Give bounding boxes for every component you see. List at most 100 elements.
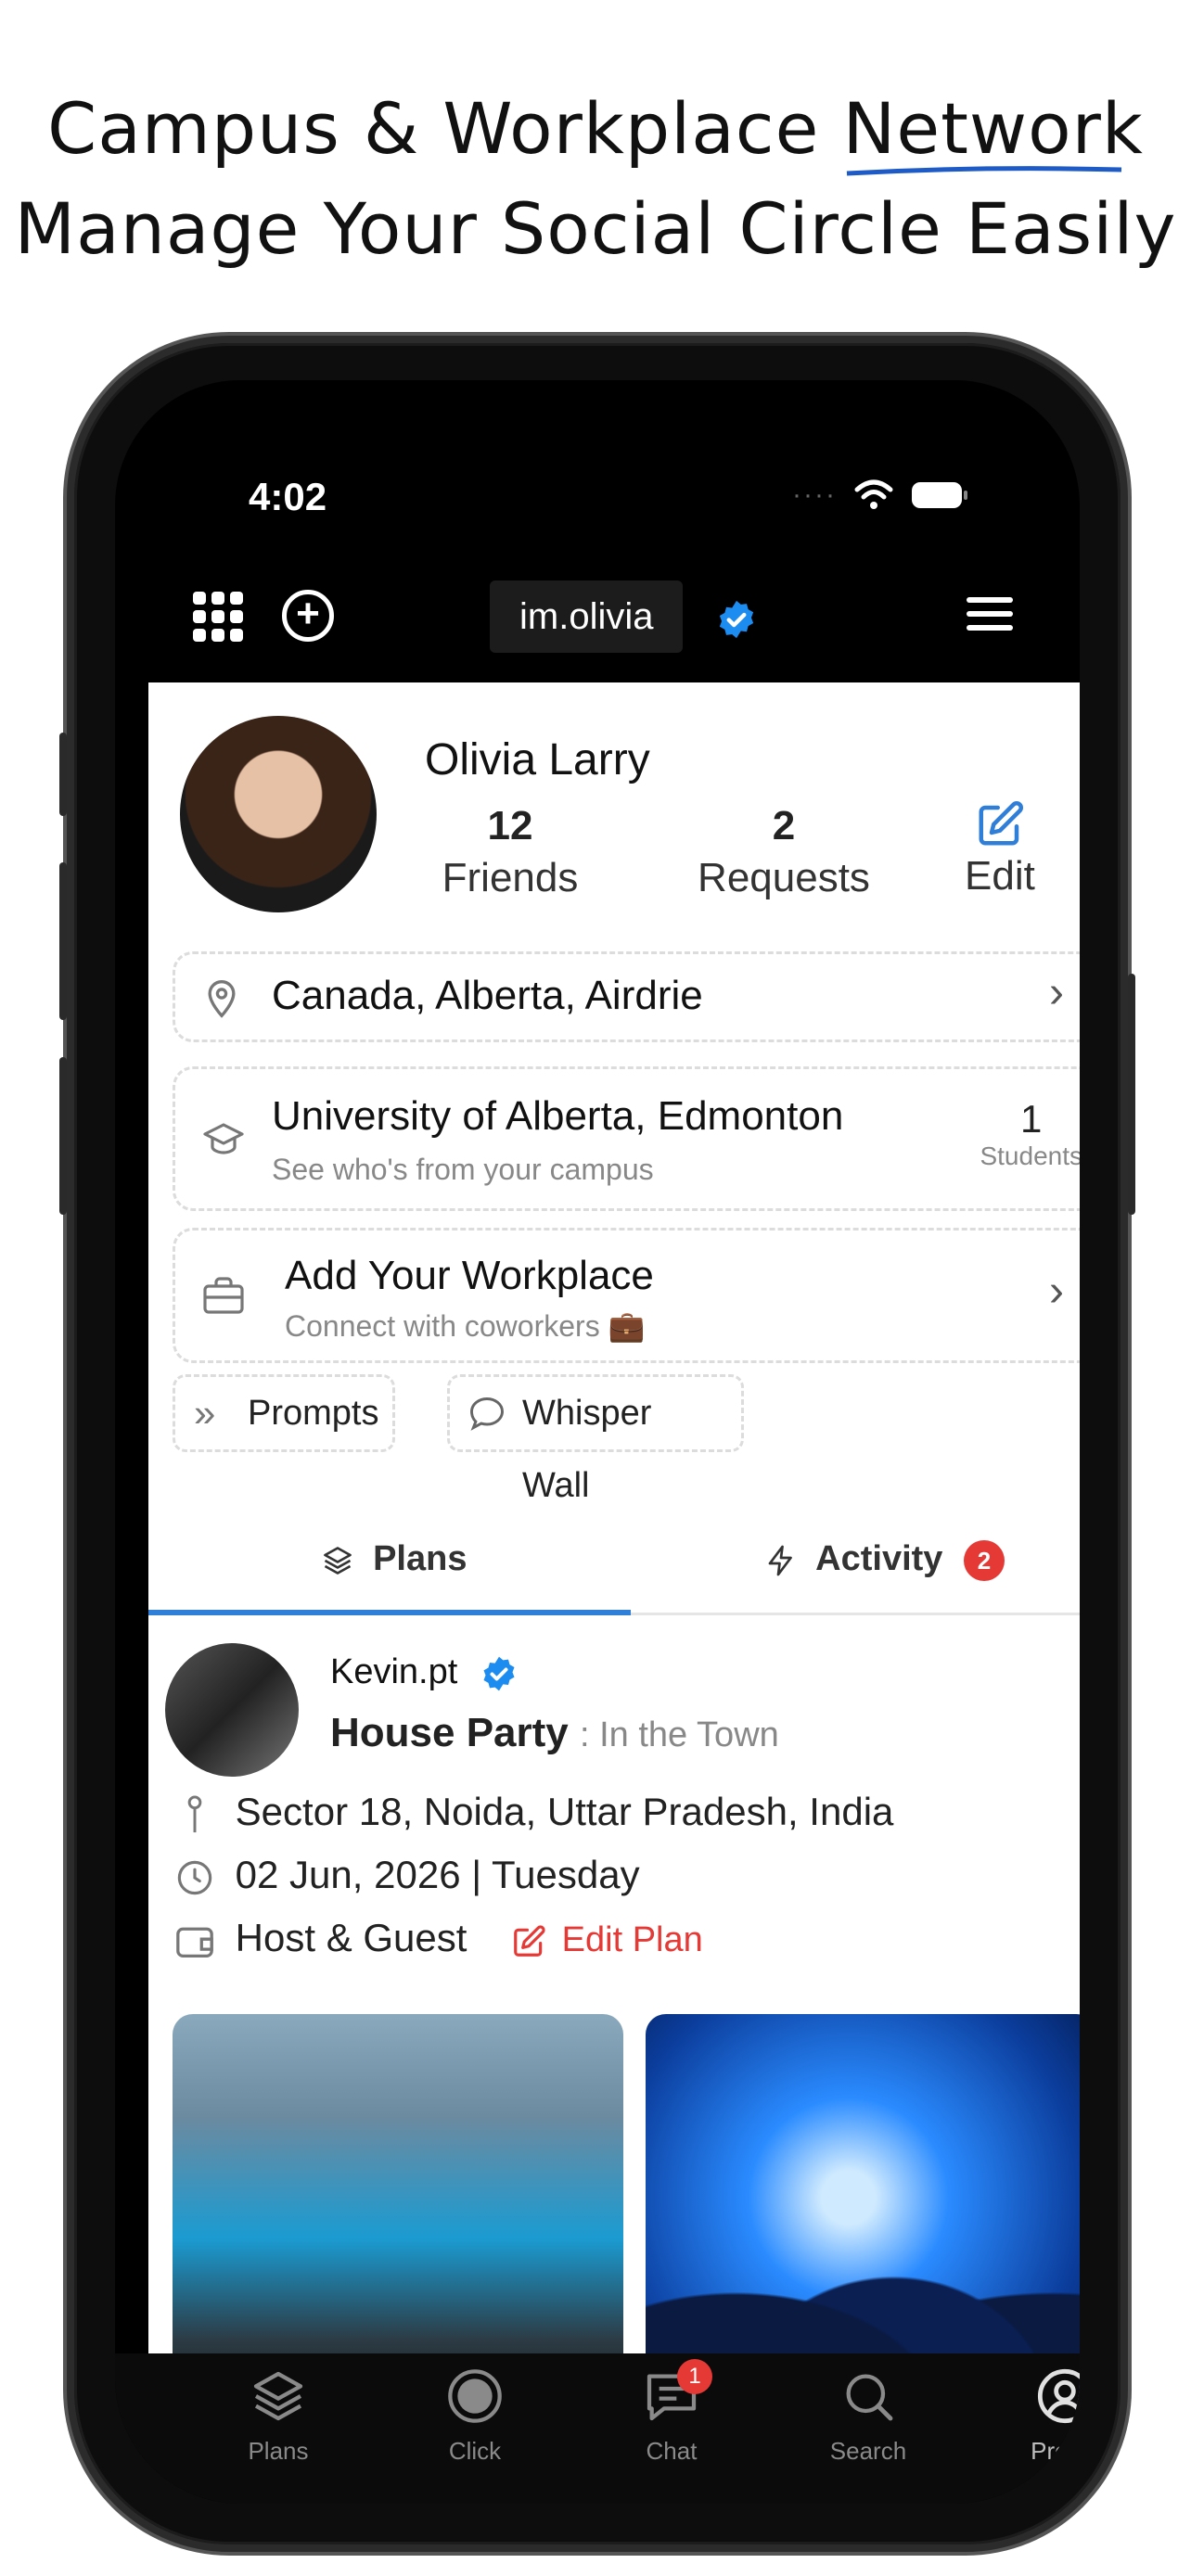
- chevron-right-icon: ›: [1049, 1267, 1064, 1316]
- underline-stroke: [846, 166, 1121, 176]
- post-photo-1[interactable]: [173, 2014, 623, 2407]
- workplace-subtitle: Connect with coworkers 💼: [285, 1309, 646, 1343]
- volume-down-button: [59, 1057, 67, 1215]
- nav-plans[interactable]: Plans: [213, 2366, 343, 2466]
- nav-profile-label: Profile: [1031, 2437, 1080, 2465]
- chat-bubble-icon: [470, 1397, 504, 1431]
- verified-badge-icon: [483, 1656, 515, 1691]
- edit-icon: [514, 1925, 545, 1957]
- nav-search[interactable]: Search: [803, 2366, 933, 2466]
- layers-icon: [323, 1547, 352, 1575]
- tab-activity-label: Activity: [815, 1539, 943, 1578]
- lightning-icon: [768, 1545, 792, 1576]
- active-tab-indicator: [148, 1610, 631, 1615]
- verified-badge-icon: [719, 600, 754, 639]
- post-author-avatar[interactable]: [165, 1643, 299, 1777]
- edit-profile-button[interactable]: Edit: [965, 799, 1035, 899]
- search-icon: [846, 2374, 893, 2421]
- tab-plans[interactable]: Plans: [148, 1508, 639, 1613]
- requests-stat[interactable]: 2 Requests: [668, 801, 900, 905]
- nav-chat-label: Chat: [646, 2437, 698, 2465]
- wallet-icon: [176, 1927, 213, 1958]
- nav-profile[interactable]: Profile: [1000, 2366, 1080, 2466]
- campus-subtitle: See who's from your campus: [272, 1153, 654, 1186]
- mute-switch: [59, 733, 67, 816]
- friends-stat[interactable]: 12 Friends: [427, 801, 594, 905]
- marketing-headline: Campus & Workplace Network Manage Your S…: [0, 79, 1191, 279]
- pin-icon: [187, 1795, 202, 1832]
- post-date-row: 02 Jun, 2026 | Tuesday: [174, 1853, 640, 1897]
- nav-click[interactable]: Click: [410, 2366, 540, 2466]
- nav-click-label: Click: [448, 2437, 502, 2465]
- chat-badge: 1: [677, 2359, 712, 2394]
- headline-highlight-word: Network: [843, 79, 1144, 179]
- profile-content: Olivia Larry 12 Friends 2 Requests Edit: [148, 682, 1080, 2407]
- nav-search-label: Search: [829, 2437, 907, 2465]
- students-stat[interactable]: 1 Students: [980, 1097, 1080, 1171]
- username-label[interactable]: im.olivia: [490, 580, 684, 653]
- headline-line-2: Manage Your Social Circle Easily: [14, 187, 1177, 270]
- tab-activity[interactable]: Activity 2: [639, 1508, 1080, 1613]
- post-title: House Party : In the Town: [330, 1710, 779, 1756]
- location-card[interactable]: Canada, Alberta, Airdrie ›: [173, 951, 1080, 1042]
- whisper-wall-label: Whisper Wall: [522, 1394, 652, 1505]
- post-photo-2[interactable]: [646, 2014, 1080, 2407]
- wifi-icon: [854, 479, 893, 509]
- layers-icon: [253, 2371, 303, 2421]
- status-time: 4:02: [249, 475, 327, 518]
- clock-icon: [177, 1860, 212, 1895]
- headline-highlight-text: Network: [842, 87, 1144, 170]
- friends-count: 12: [487, 803, 533, 848]
- post-location: Sector 18, Noida, Uttar Pradesh, India: [235, 1790, 894, 1833]
- workplace-card[interactable]: Add Your Workplace Connect with coworker…: [173, 1228, 1080, 1363]
- requests-label: Requests: [698, 855, 870, 900]
- edit-label: Edit: [965, 853, 1035, 899]
- graduation-cap-icon: [203, 1123, 244, 1154]
- location-text: Canada, Alberta, Airdrie: [272, 973, 703, 1018]
- post-author[interactable]: Kevin.pt: [330, 1652, 518, 1692]
- double-chevron-icon: »: [194, 1391, 216, 1435]
- hamburger-menu-icon[interactable]: [967, 597, 1013, 639]
- profile-tabs: Plans Activity 2: [148, 1508, 1080, 1615]
- edit-plan-button[interactable]: Edit Plan: [511, 1920, 703, 1959]
- post-role-row: Host & Guest Edit Plan: [174, 1916, 703, 1960]
- post-date: 02 Jun, 2026 | Tuesday: [235, 1853, 640, 1896]
- nav-plans-label: Plans: [248, 2437, 309, 2465]
- campus-card[interactable]: University of Alberta, Edmonton See who'…: [173, 1066, 1080, 1211]
- power-button: [1128, 974, 1135, 1215]
- apps-grid-icon[interactable]: [193, 592, 243, 642]
- post-author-name: Kevin.pt: [330, 1652, 458, 1691]
- whisper-wall-chip[interactable]: Whisper Wall: [447, 1374, 744, 1505]
- avatar[interactable]: [180, 716, 377, 912]
- profile-name: Olivia Larry: [425, 735, 650, 784]
- add-circle-icon[interactable]: +: [282, 590, 334, 642]
- headline-line-1-prefix: Campus & Workplace: [47, 87, 820, 170]
- tab-plans-label: Plans: [373, 1539, 467, 1578]
- record-icon: [448, 2369, 502, 2423]
- status-icons: ····: [792, 478, 968, 512]
- workplace-title: Add Your Workplace: [285, 1253, 654, 1298]
- requests-count: 2: [772, 803, 796, 848]
- location-pin-icon: [208, 980, 236, 1018]
- phone-screen: 4:02 ···· + im.olivia Olivia Larry 12 Fr…: [115, 380, 1080, 2504]
- post-title-subtitle: : In the Town: [580, 1715, 779, 1754]
- edit-icon: [979, 801, 1023, 846]
- profile-icon: [1037, 2368, 1080, 2424]
- bottom-navigation: Plans Click 1 Chat Search Profi: [115, 2353, 1080, 2504]
- edit-plan-label: Edit Plan: [561, 1920, 703, 1959]
- post-title-text: House Party: [330, 1710, 569, 1755]
- students-count: 1: [1020, 1097, 1043, 1141]
- battery-icon: [912, 482, 967, 508]
- prompts-label: Prompts: [248, 1394, 379, 1433]
- signal-dots-icon: ····: [792, 479, 837, 510]
- activity-badge: 2: [964, 1539, 1005, 1581]
- campus-title: University of Alberta, Edmonton: [272, 1093, 844, 1139]
- headline-line-1: Campus & Workplace Network: [0, 79, 1191, 179]
- briefcase-icon: [203, 1277, 244, 1314]
- phone-frame: 4:02 ···· + im.olivia Olivia Larry 12 Fr…: [59, 336, 1135, 2552]
- nav-chat[interactable]: 1 Chat: [607, 2359, 736, 2466]
- volume-up-button: [59, 862, 67, 1020]
- chevron-right-icon: ›: [1049, 968, 1064, 1017]
- post-role: Host & Guest: [235, 1916, 467, 1959]
- prompts-chip[interactable]: » Prompts: [173, 1374, 395, 1452]
